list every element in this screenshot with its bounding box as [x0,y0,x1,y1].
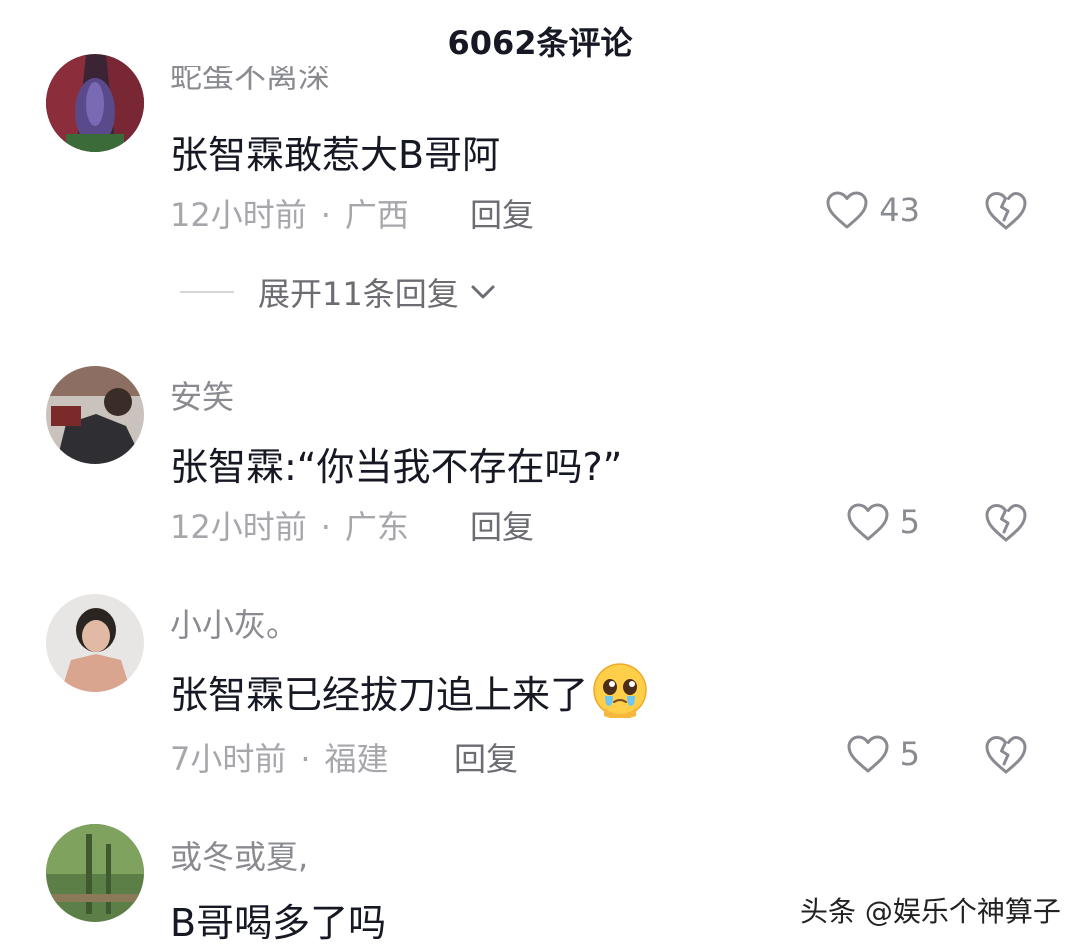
pleading-face-emoji [593,663,647,718]
comment-location: 广西 [344,196,409,234]
comment-text: B哥喝多了吗 [170,901,387,945]
heart-outline-icon [826,191,868,229]
reply-button[interactable]: 回复 [454,734,518,780]
broken-heart-icon[interactable] [984,190,1028,232]
comment-list[interactable]: 蛇蛋不离深 张智霖敢惹大B哥阿 12小时前 · 广西 回复 43 展开11条回复 [0,0,1080,948]
avatar[interactable] [46,824,144,922]
reply-button[interactable]: 回复 [470,502,534,548]
avatar[interactable] [46,54,144,152]
comment-meta: 7小时前 · 福建 [170,734,389,780]
comment-username[interactable]: 小小灰。 [170,600,298,646]
comment-time: 7小时前 [170,740,287,778]
like-count: 5 [899,735,920,773]
comment-username[interactable]: 或冬或夏, [170,832,308,878]
comment-text: 张智霖已经拔刀追上来了 [170,662,648,719]
like-count: 43 [879,191,920,229]
like-button[interactable]: 5 [846,500,920,544]
avatar[interactable] [46,594,144,692]
comment-meta: 12小时前 · 广西 [170,190,409,236]
meta-separator: · [300,740,311,778]
chevron-down-icon [471,285,495,299]
like-button[interactable]: 5 [846,732,920,776]
broken-heart-icon[interactable] [984,734,1028,776]
comment-time: 12小时前 [170,508,307,546]
meta-separator: · [320,196,331,234]
comment-location: 广东 [344,508,409,546]
heart-outline-icon [847,735,889,773]
comment-location: 福建 [324,740,389,778]
reply-button[interactable]: 回复 [470,190,534,236]
expand-replies-button[interactable]: 展开11条回复 [180,270,497,314]
like-button[interactable]: 43 [825,188,920,232]
avatar[interactable] [46,366,144,464]
comment-text: 张智霖:“你当我不存在吗?” [170,445,623,489]
comment-username[interactable]: 安笑 [170,372,234,418]
like-count: 5 [899,503,920,541]
comment-time: 12小时前 [170,196,307,234]
broken-heart-icon[interactable] [984,502,1028,544]
comment-username[interactable]: 蛇蛋不离深 [170,66,330,98]
comment-text: 张智霖敢惹大B哥阿 [170,133,501,177]
heart-outline-icon [847,503,889,541]
expand-replies-label: 展开11条回复 [258,275,459,313]
meta-separator: · [320,508,331,546]
comment-text-content: 张智霖已经拔刀追上来了 [170,673,589,717]
watermark: 头条 @娱乐个神算子 [800,895,1061,928]
divider [180,291,234,293]
comment-meta: 12小时前 · 广东 [170,502,409,548]
